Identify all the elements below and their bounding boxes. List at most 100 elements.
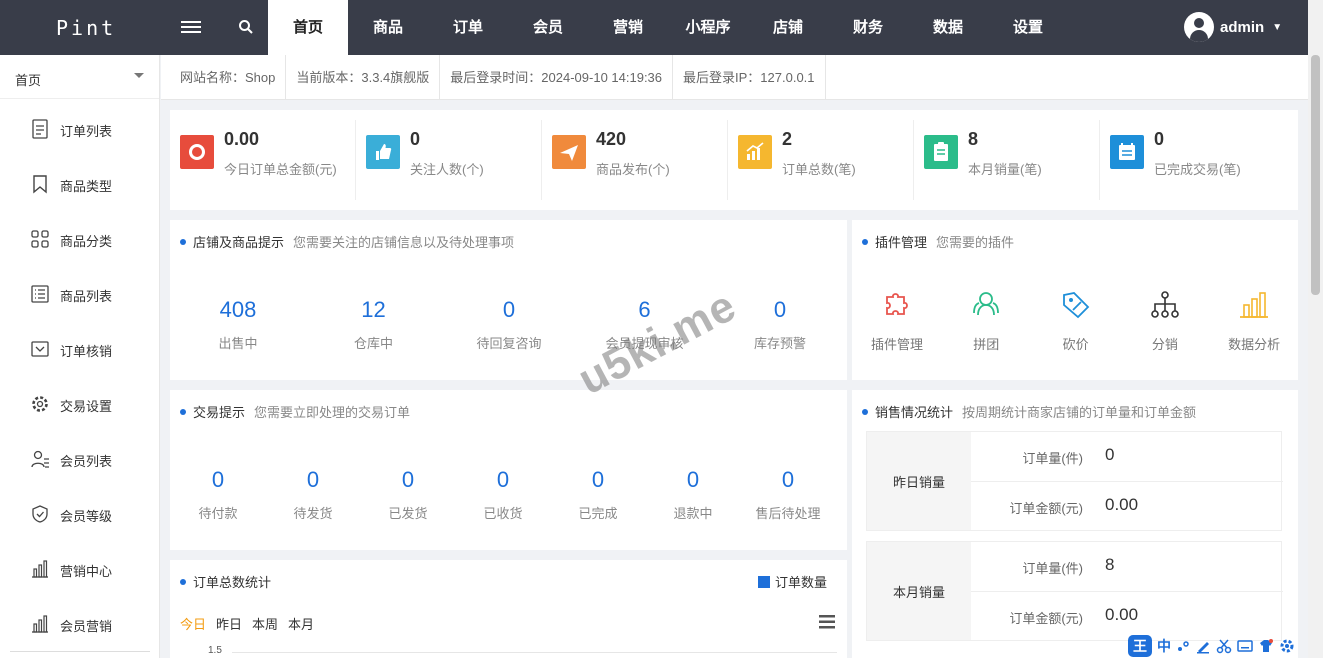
plugin-1[interactable]: 拼团 — [941, 287, 1031, 353]
scissors-icon[interactable] — [1216, 638, 1232, 654]
nav-tab-4[interactable]: 营销 — [588, 0, 668, 55]
money-icon — [180, 135, 214, 169]
scrollbar-thumb[interactable] — [1311, 55, 1320, 295]
nav-tab-8[interactable]: 数据 — [908, 0, 988, 55]
shop-tip-0[interactable]: 408 出售中 — [183, 297, 293, 352]
trade-tip-3[interactable]: 0 已收货 — [458, 467, 548, 522]
nav-tab-1[interactable]: 商品 — [348, 0, 428, 55]
sales-amt-row: 订单金额(元) 0.00 — [971, 482, 1283, 532]
chart-tab-1[interactable]: 昨日 — [216, 614, 242, 633]
chart-legend[interactable]: 订单数量 — [757, 572, 827, 591]
order-chart-card: 订单总数统计 订单数量 1.5 — [170, 560, 847, 658]
plugin-4[interactable]: 数据分析 — [1209, 287, 1299, 353]
nav-tab-3[interactable]: 会员 — [508, 0, 588, 55]
paper-plane-icon — [552, 135, 586, 169]
ime-logo[interactable]: 王 — [1128, 635, 1152, 657]
nav-tab-2[interactable]: 订单 — [428, 0, 508, 55]
menu-toggle-icon[interactable] — [181, 18, 201, 36]
ime-mode[interactable]: 中 — [1157, 636, 1171, 656]
trade-tip-6[interactable]: 0 售后待处理 — [743, 467, 833, 522]
sidebar-item-6[interactable]: 会员列表 — [0, 444, 160, 474]
last-login-ip: 最后登录IP：127.0.0.1 — [673, 55, 826, 99]
trade-tip-label: 已发货 — [388, 506, 428, 521]
sidebar-item-label: 营销中心 — [60, 564, 113, 579]
ticket-icon — [31, 341, 49, 357]
page-scrollbar[interactable] — [1308, 0, 1323, 658]
puzzle-icon — [886, 293, 908, 315]
sidebar-item-9[interactable]: 会员营销 — [0, 609, 160, 639]
user-menu[interactable]: admin ▼ — [1184, 12, 1282, 42]
plugins-title: 插件管理 您需要的插件 — [862, 232, 1014, 251]
nav-tab-5[interactable]: 小程序 — [668, 0, 748, 55]
shop-tip-value: 408 — [219, 297, 257, 322]
sidebar-item-4[interactable]: 订单核销 — [0, 334, 160, 364]
nav-tab-9[interactable]: 设置 — [988, 0, 1068, 55]
sales-period-label: 本月销量 — [867, 542, 971, 640]
stat-value: 0.00 — [224, 129, 260, 149]
plugin-label: 拼团 — [973, 337, 1000, 352]
sidebar-item-3[interactable]: 商品列表 — [0, 279, 160, 309]
plugin-label: 砍价 — [1062, 337, 1089, 352]
trend-chart-icon — [738, 135, 772, 169]
calendar-icon — [1110, 135, 1144, 169]
info-bar: 网站名称：Shop 当前版本：3.3.4旗舰版 最后登录时间：2024-09-1… — [161, 55, 1308, 100]
bar-chart-icon — [32, 615, 48, 633]
order-chart-title: 订单总数统计 — [180, 572, 271, 591]
sidebar-item-1[interactable]: 商品类型 — [0, 169, 160, 199]
keyboard-icon[interactable] — [1237, 639, 1253, 653]
trade-tip-4[interactable]: 0 已完成 — [553, 467, 643, 522]
skin-icon[interactable] — [1258, 638, 1274, 654]
sales-amt-label: 订单金额(元) — [1009, 501, 1083, 516]
trade-tip-label: 待付款 — [198, 506, 238, 521]
chart-tab-0[interactable]: 今日 — [180, 614, 206, 633]
shield-icon — [32, 505, 48, 523]
nav-tab-6[interactable]: 店铺 — [748, 0, 828, 55]
sales-qty-row: 订单量(件) 0 — [971, 432, 1283, 482]
price-tag-icon — [1062, 292, 1089, 319]
stat-value: 2 — [782, 129, 793, 149]
caret-down-icon — [134, 73, 144, 78]
trade-tip-2[interactable]: 0 已发货 — [363, 467, 453, 522]
plugin-2[interactable]: 砍价 — [1031, 287, 1121, 353]
plugin-0[interactable]: 插件管理 — [852, 287, 942, 353]
chart-tab-3[interactable]: 本月 — [288, 614, 314, 633]
punctuation-icon[interactable] — [1176, 639, 1190, 653]
sidebar-item-0[interactable]: 订单列表 — [0, 114, 160, 144]
trade-tip-5[interactable]: 0 退款中 — [648, 467, 738, 522]
sidebar-item-8[interactable]: 营销中心 — [0, 554, 160, 584]
sales-row-0: 昨日销量 订单量(件) 0 订单金额(元) 0.00 — [866, 431, 1283, 532]
shop-tip-2[interactable]: 0 待回复咨询 — [454, 297, 564, 352]
nav-tab-0[interactable]: 首页 — [268, 0, 348, 55]
stat-label: 已完成交易(笔) — [1154, 162, 1241, 177]
sidebar-item-5[interactable]: 交易设置 — [0, 389, 160, 419]
trade-tip-label: 售后待处理 — [755, 506, 821, 521]
settings-gear-icon[interactable] — [1279, 638, 1295, 654]
chart-tab-2[interactable]: 本周 — [252, 614, 278, 633]
site-name: 网站名称：Shop — [161, 55, 287, 99]
sales-amt-value: 0.00 — [1105, 605, 1139, 624]
plugin-3[interactable]: 分销 — [1120, 287, 1210, 353]
trade-tip-1[interactable]: 0 待发货 — [268, 467, 358, 522]
trade-tip-value: 0 — [306, 467, 320, 492]
sidebar-item-label: 商品列表 — [60, 289, 113, 304]
app-logo-text: Pint — [56, 16, 117, 40]
trade-tip-0[interactable]: 0 待付款 — [173, 467, 263, 522]
sidebar-item-label: 商品分类 — [60, 234, 113, 249]
app-logo[interactable]: Pint — [0, 0, 160, 55]
trade-tip-label: 待发货 — [293, 506, 333, 521]
trade-tip-value: 0 — [591, 467, 605, 492]
shop-tip-label: 仓库中 — [353, 336, 393, 351]
stat-value: 8 — [968, 129, 979, 149]
top-nav: 首页 商品 订单 会员 营销 小程序 店铺 财务 数据 设置 — [268, 0, 1068, 55]
sidebar-item-2[interactable]: 商品分类 — [0, 224, 160, 254]
search-icon[interactable] — [238, 19, 254, 35]
sidebar-header[interactable]: 首页 — [0, 55, 159, 99]
sidebar-item-label: 会员营销 — [60, 619, 113, 634]
nav-tab-7[interactable]: 财务 — [828, 0, 908, 55]
shop-tip-1[interactable]: 12 仓库中 — [319, 297, 429, 352]
shop-tip-value: 0 — [502, 297, 516, 322]
pen-icon[interactable] — [1195, 638, 1211, 654]
chart-menu-icon[interactable] — [819, 615, 835, 629]
sidebar-item-7[interactable]: 会员等级 — [0, 499, 160, 529]
sales-amt-value: 0.00 — [1105, 495, 1139, 514]
